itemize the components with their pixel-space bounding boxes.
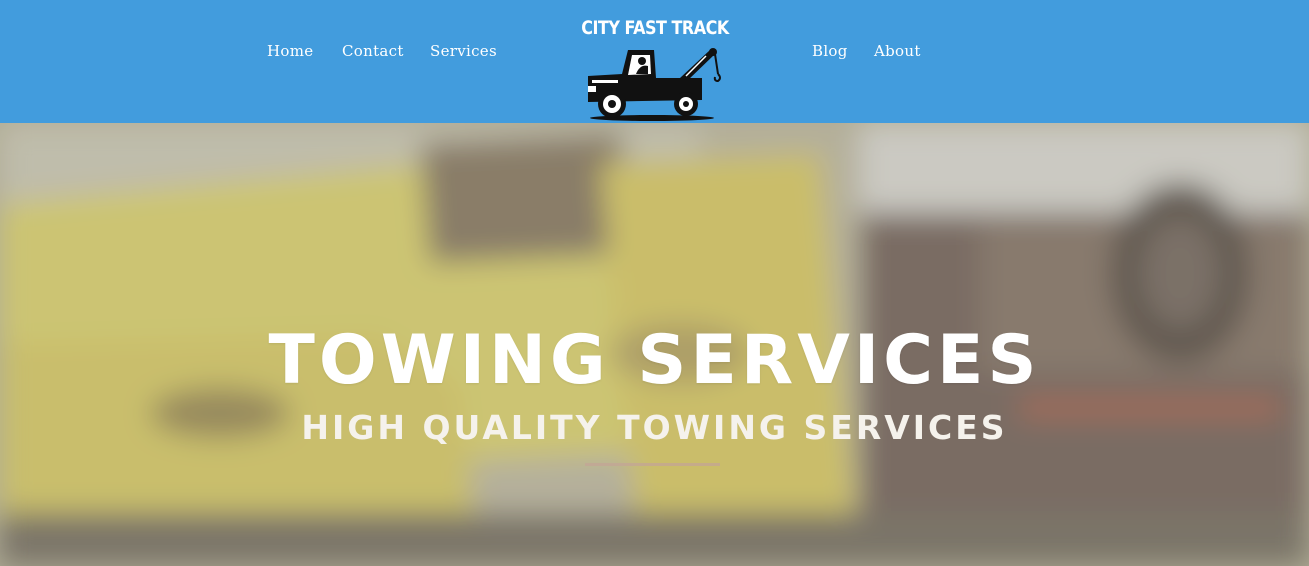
hero-subtitle: HIGH QUALITY TOWING SERVICES [301, 408, 1008, 448]
tow-truck-icon [588, 48, 721, 121]
site-logo[interactable]: CITY FAST TRACK [580, 14, 730, 122]
nav-link-services[interactable]: Services [430, 42, 497, 60]
hero-divider [585, 463, 720, 466]
hero-title: TOWING SERVICES [268, 320, 1041, 400]
site-header: Home Contact Services Blog About CITY FA… [0, 0, 1309, 123]
nav-link-blog[interactable]: Blog [812, 42, 848, 60]
nav-link-contact[interactable]: Contact [342, 42, 404, 60]
nav-link-home[interactable]: Home [267, 42, 313, 60]
hero-banner: TOWING SERVICES HIGH QUALITY TOWING SERV… [0, 123, 1309, 566]
logo-text: CITY FAST TRACK [581, 16, 729, 39]
nav-link-about[interactable]: About [874, 42, 921, 60]
